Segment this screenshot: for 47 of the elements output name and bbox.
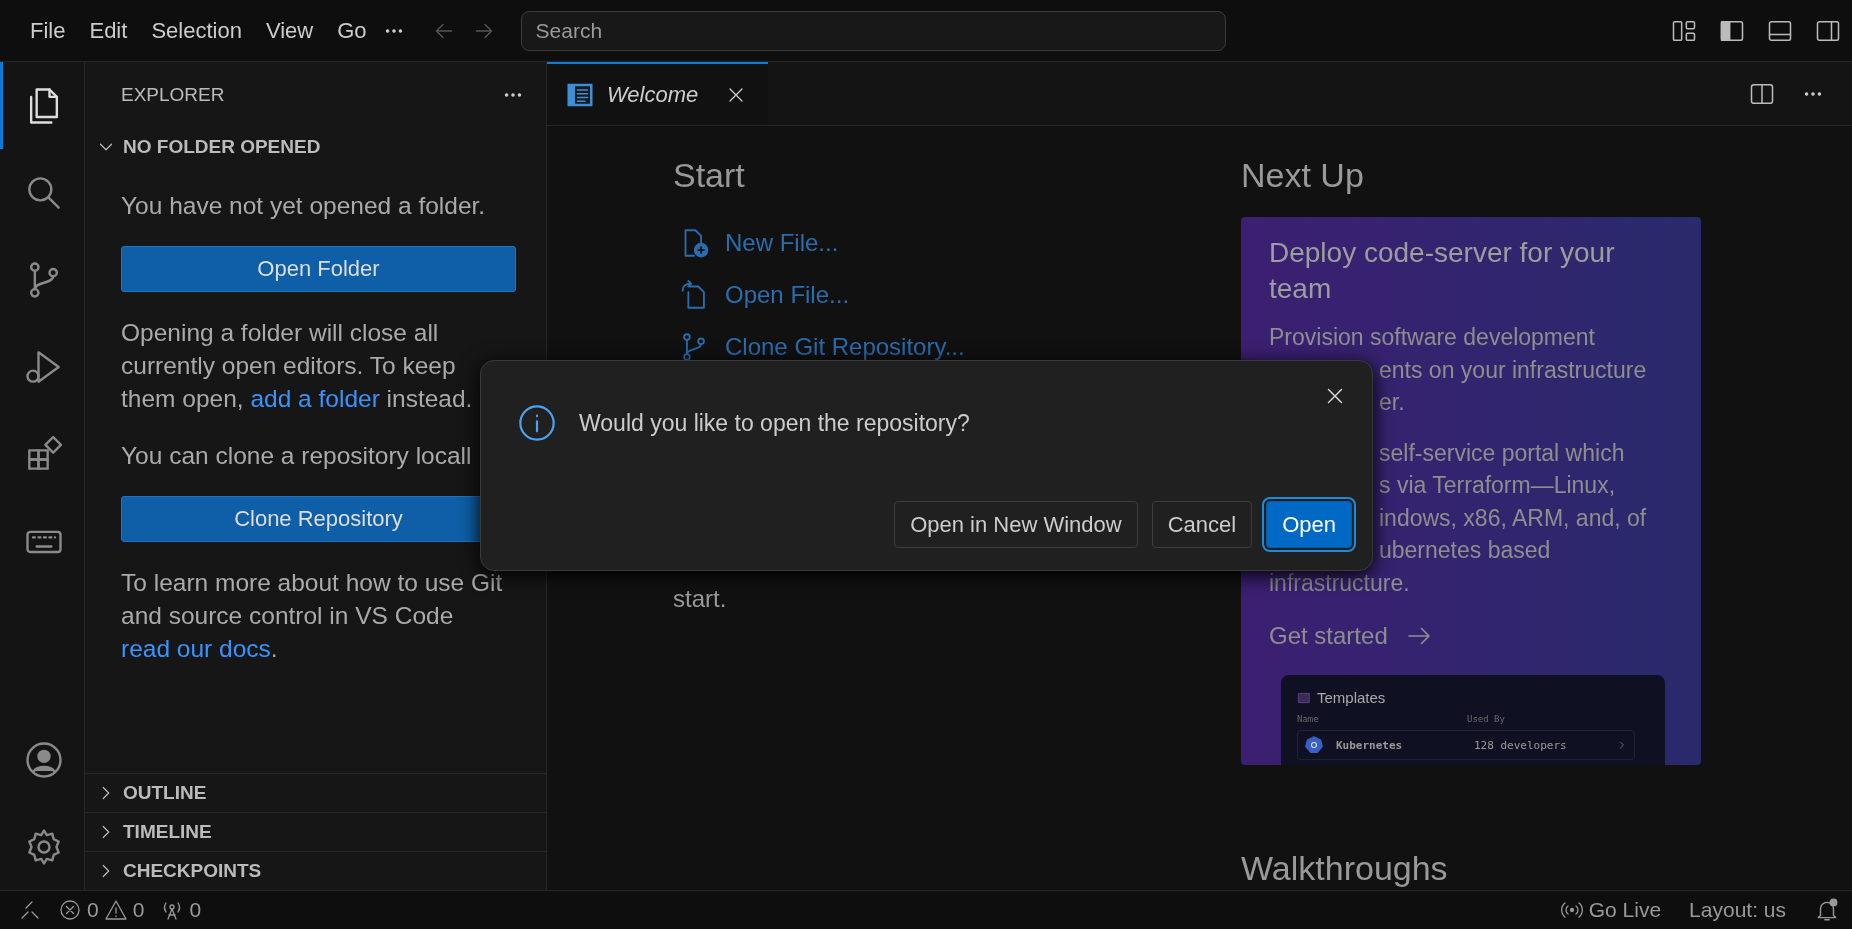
card-text: s via Terraform—Linux, [1379, 471, 1616, 500]
preview-title: Templates [1317, 689, 1386, 706]
card-text: infrastructure. [1269, 568, 1410, 598]
card-text: self-service portal which [1379, 438, 1625, 468]
card-text: indows, x86, ARM, and, of [1379, 503, 1647, 533]
paragraph: To learn more about how to use Git and source control in VS Code read our docs. [121, 568, 504, 664]
menu-item[interactable]: File [18, 11, 78, 50]
menu-item[interactable]: Edit [77, 11, 140, 50]
paragraph: You can clone a repository locall [121, 441, 473, 471]
card-text: Provision software development [1269, 323, 1595, 352]
dialog-button[interactable]: Open in New Window [894, 501, 1138, 548]
start-link[interactable]: Open File... [725, 281, 850, 309]
paragraph: You have not yet opened a folder. [121, 191, 487, 221]
info-icon [517, 403, 557, 443]
section-heading: Next Up [1241, 156, 1365, 195]
section-header[interactable]: TIMELINE [85, 812, 546, 851]
menu-item[interactable]: Go [325, 11, 379, 50]
section-heading: Start [673, 156, 746, 195]
section-header[interactable]: NO FOLDER OPENED [85, 128, 546, 166]
column-header: Name [1297, 714, 1320, 724]
sidebar-title: EXPLORER [121, 84, 225, 106]
template-icon [1297, 690, 1311, 705]
card-text: ubernetes based [1379, 536, 1551, 565]
column-header: Used By [1467, 714, 1506, 724]
section-heading: Walkthroughs [1241, 849, 1448, 887]
table-cell-text: Kubernetes [1336, 738, 1404, 752]
dialog-message: Would you like to open the repository? [579, 409, 970, 437]
problems-indicator[interactable]: 0 0 [58, 898, 145, 922]
card-title: Deploy code-server for your team [1269, 236, 1616, 306]
card-text: ents on your infrastructure [1379, 355, 1647, 385]
ports-indicator[interactable]: 0 [160, 898, 202, 922]
link[interactable]: read our docs [121, 635, 271, 662]
sidebar-button[interactable]: Open Folder [121, 246, 516, 292]
start-link[interactable]: New File... [725, 229, 839, 257]
get-started-link[interactable]: Get started [1269, 622, 1388, 650]
menu-item[interactable]: View [253, 11, 326, 50]
menu-item[interactable]: Selection [139, 11, 254, 50]
status-item[interactable]: Go Live [1588, 898, 1662, 922]
dialog-button[interactable]: Cancel [1151, 501, 1253, 548]
paragraph: start. [673, 585, 728, 613]
table-cell-text: 128 developers [1474, 738, 1568, 752]
card-text: er. [1379, 388, 1405, 417]
section-header[interactable]: OUTLINE [85, 773, 546, 812]
search-field[interactable]: Search [520, 10, 1226, 51]
status-item[interactable]: Layout: us [1689, 898, 1786, 922]
link[interactable]: add a folder [250, 385, 380, 412]
helm-icon [1304, 735, 1324, 755]
